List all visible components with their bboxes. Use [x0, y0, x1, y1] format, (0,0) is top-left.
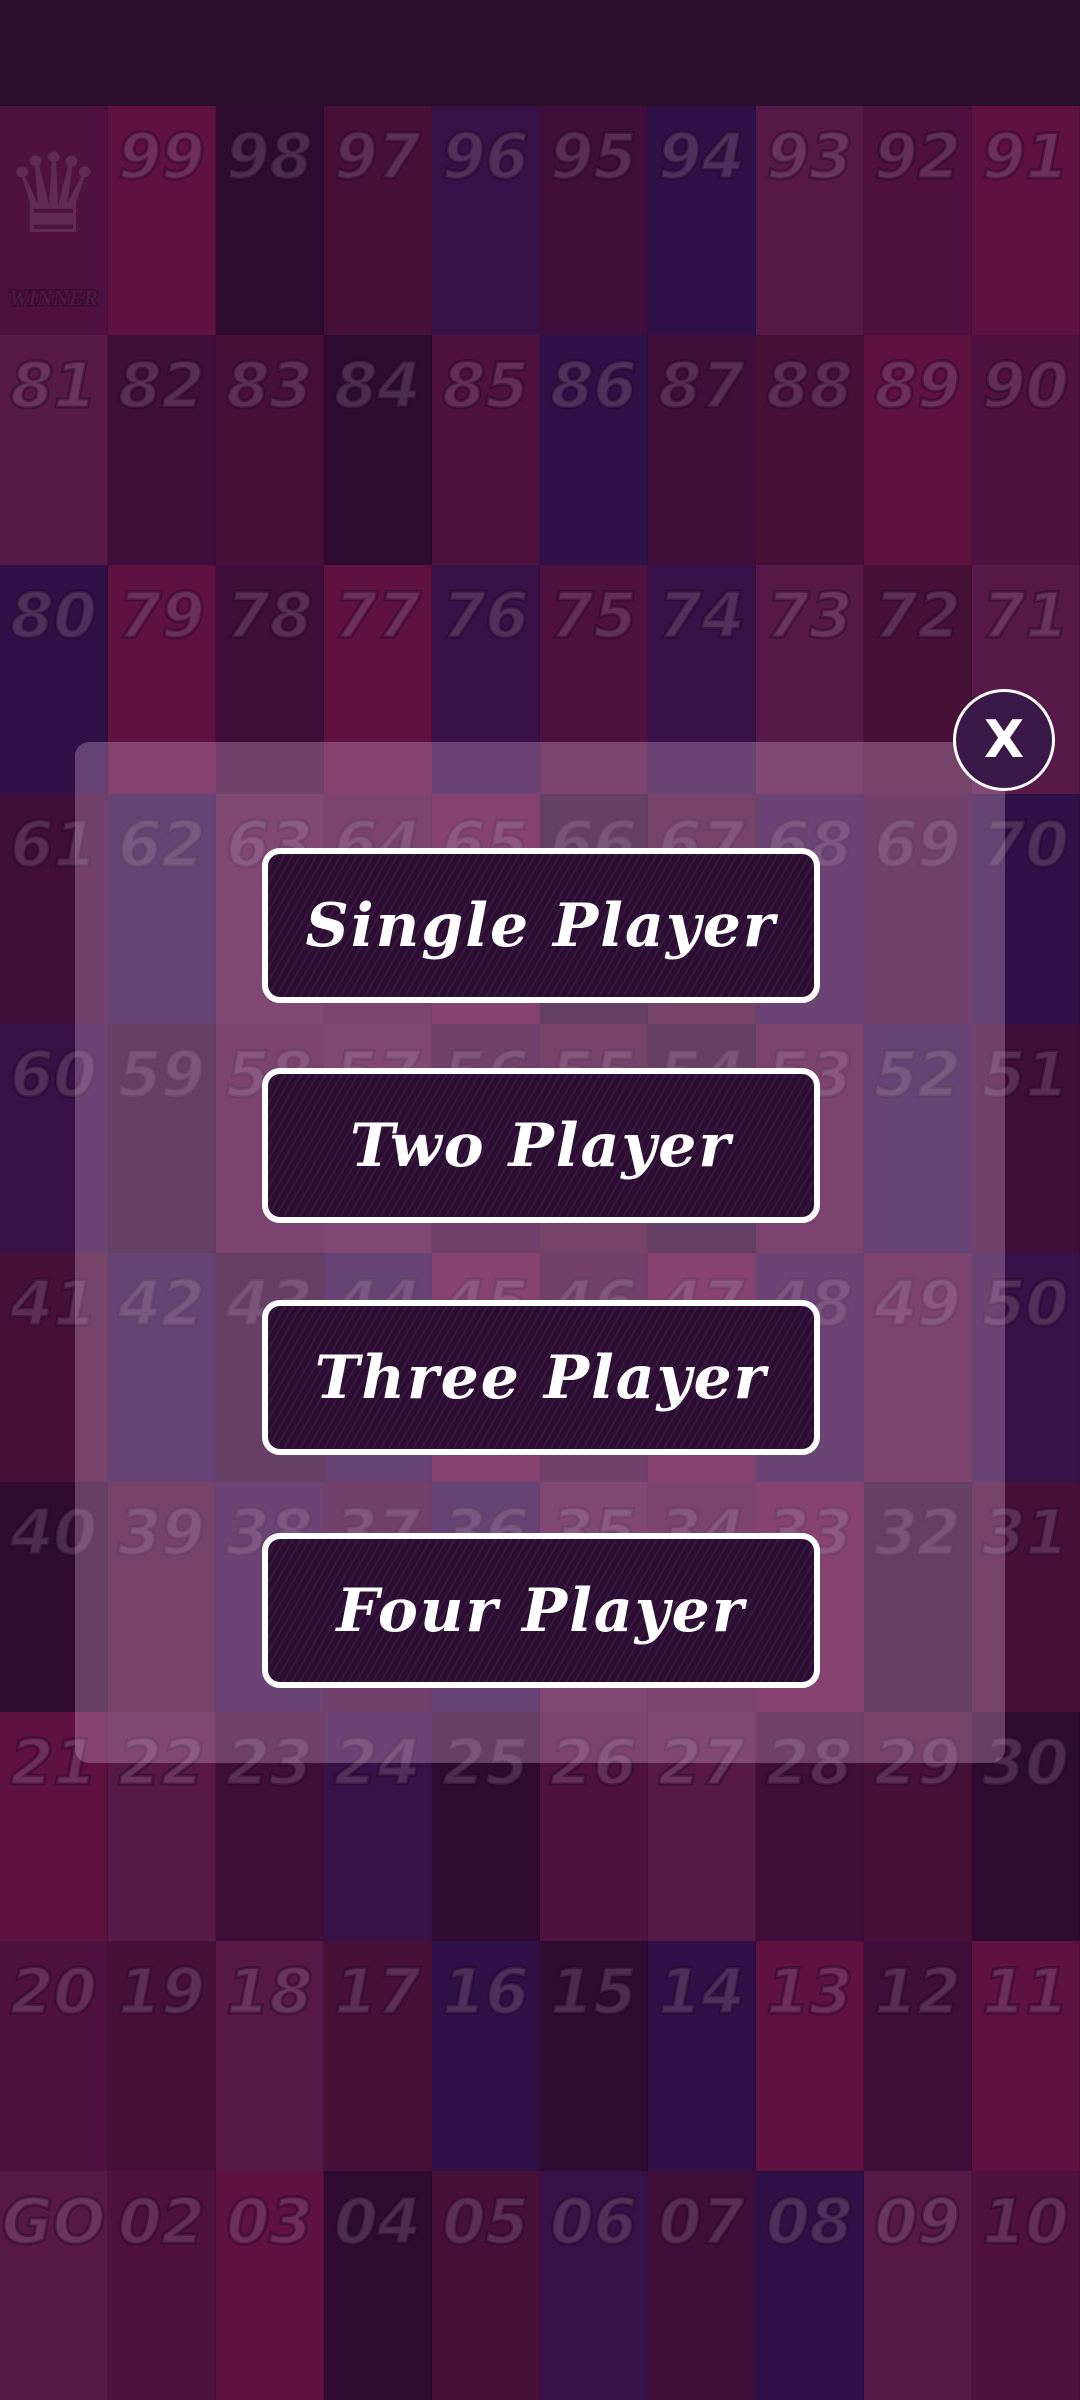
four-player-button[interactable]: Four Player: [262, 1533, 820, 1688]
cell-number: 96: [441, 119, 530, 195]
crown-icon: ♛: [4, 130, 103, 258]
cell-number: 08: [765, 2183, 854, 2259]
cell-number: 76: [441, 577, 530, 653]
board-cell: 09: [864, 2170, 972, 2400]
cell-number: 17: [333, 1954, 422, 2030]
board-cell: 03: [216, 2170, 324, 2400]
board-cell: 91: [972, 106, 1080, 336]
board-cell: 06: [540, 2170, 648, 2400]
board-cell: 16: [432, 1941, 540, 2171]
cell-number: 13: [765, 1954, 854, 2030]
two-player-button[interactable]: Two Player: [262, 1068, 820, 1223]
cell-number: WINNER: [7, 284, 99, 312]
cell-number: 97: [333, 119, 422, 195]
board-cell: 99: [108, 106, 216, 336]
cell-number: 93: [765, 119, 854, 195]
board-cell: 89: [864, 335, 972, 565]
top-bar: [0, 0, 1080, 106]
board-cell: 87: [648, 335, 756, 565]
board-cell: 13: [756, 1941, 864, 2171]
cell-number: 16: [441, 1954, 530, 2030]
cell-number: 11: [981, 1954, 1070, 2030]
cell-number: 92: [873, 119, 962, 195]
player-mode-dialog: Single Player Two Player Three Player Fo…: [75, 742, 1005, 1763]
cell-number: 88: [765, 348, 854, 424]
board-cell: 94: [648, 106, 756, 336]
cell-number: 74: [657, 577, 746, 653]
board-cell: 11: [972, 1941, 1080, 2171]
cell-number: 72: [873, 577, 962, 653]
cell-number: 05: [441, 2183, 530, 2259]
board-cell: 82: [108, 335, 216, 565]
cell-number: 10: [981, 2183, 1070, 2259]
cell-number: 02: [117, 2183, 206, 2259]
cell-number: 82: [117, 348, 206, 424]
board-cell: 83: [216, 335, 324, 565]
cell-number: 07: [657, 2183, 746, 2259]
board-cell: 95: [540, 106, 648, 336]
cell-number: 84: [333, 348, 422, 424]
board-cell: 07: [648, 2170, 756, 2400]
board-cell: 05: [432, 2170, 540, 2400]
cell-number: 71: [981, 577, 1070, 653]
board-cell: 12: [864, 1941, 972, 2171]
board-cell: 04: [324, 2170, 432, 2400]
board-cell: 19: [108, 1941, 216, 2171]
cell-number: 12: [873, 1954, 962, 2030]
board-cell: 90: [972, 335, 1080, 565]
cell-number: 79: [117, 577, 206, 653]
cell-number: 06: [549, 2183, 638, 2259]
board-cell: 85: [432, 335, 540, 565]
board-cell: 14: [648, 1941, 756, 2171]
close-button[interactable]: X: [953, 689, 1055, 791]
cell-number: 81: [9, 348, 98, 424]
cell-number: 18: [225, 1954, 314, 2030]
three-player-button[interactable]: Three Player: [262, 1300, 820, 1455]
cell-number: 85: [441, 348, 530, 424]
board-cell: 88: [756, 335, 864, 565]
single-player-button[interactable]: Single Player: [262, 848, 820, 1003]
cell-number: 91: [981, 119, 1070, 195]
cell-number: 89: [873, 348, 962, 424]
cell-number: 98: [225, 119, 314, 195]
board-cell: 02: [108, 2170, 216, 2400]
board-cell: 08: [756, 2170, 864, 2400]
cell-number: 19: [117, 1954, 206, 2030]
board-cell: 20: [0, 1941, 108, 2171]
cell-number: 87: [657, 348, 746, 424]
board-cell: ♛ WINNER: [0, 106, 108, 336]
board-cell: 93: [756, 106, 864, 336]
board-cell: 18: [216, 1941, 324, 2171]
cell-number: 77: [333, 577, 422, 653]
cell-number: 95: [549, 119, 638, 195]
board-cell: 81: [0, 335, 108, 565]
cell-number: 75: [549, 577, 638, 653]
cell-number: 14: [657, 1954, 746, 2030]
cell-number: 78: [225, 577, 314, 653]
cell-number: 04: [333, 2183, 422, 2259]
board-cell: 17: [324, 1941, 432, 2171]
cell-number: 83: [225, 348, 314, 424]
board-cell: 97: [324, 106, 432, 336]
board-cell: 10: [972, 2170, 1080, 2400]
cell-number: 15: [549, 1954, 638, 2030]
cell-number: 09: [873, 2183, 962, 2259]
board-cell: 15: [540, 1941, 648, 2171]
cell-number: 90: [981, 348, 1070, 424]
cell-number: 99: [117, 119, 206, 195]
cell-number: 20: [9, 1954, 98, 2030]
board-cell: 86: [540, 335, 648, 565]
board-cell: 92: [864, 106, 972, 336]
cell-number: 80: [9, 577, 98, 653]
cell-number: GO: [0, 2183, 107, 2259]
cell-number: 86: [549, 348, 638, 424]
board-cell: GO: [0, 2170, 108, 2400]
cell-number: 94: [657, 119, 746, 195]
cell-number: 03: [225, 2183, 314, 2259]
board-cell: 96: [432, 106, 540, 336]
board-cell: 84: [324, 335, 432, 565]
board-cell: 98: [216, 106, 324, 336]
cell-number: 73: [765, 577, 854, 653]
